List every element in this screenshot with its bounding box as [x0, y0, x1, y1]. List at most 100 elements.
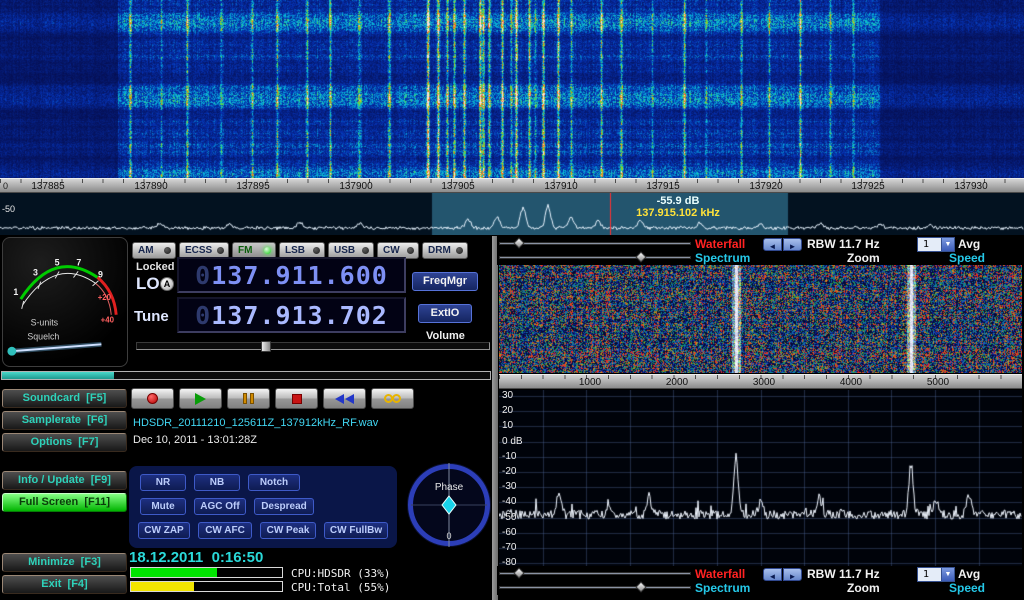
- minimize-button[interactable]: Minimize [F3]: [2, 553, 127, 572]
- volume-slider[interactable]: [136, 342, 490, 350]
- cw-fullbw-button[interactable]: CW FullBw: [324, 522, 388, 539]
- main-spectrum-display[interactable]: -50 -55.9 dB 137.915.102 kHz: [0, 193, 1024, 235]
- main-waterfall-display[interactable]: [0, 0, 1024, 178]
- smeter-squelch-label: Squelch: [27, 331, 59, 341]
- hdsdr-window: 0 137885 137890 137895 137900 137905 137…: [0, 0, 1024, 600]
- waterfall-contrast-slider[interactable]: [499, 238, 691, 249]
- smeter-units-label: S-units: [31, 318, 59, 328]
- mode-drm-led-icon: [456, 247, 463, 254]
- mode-usb-label: USB: [334, 245, 355, 256]
- freq-tick: 2000: [657, 377, 697, 388]
- loop-button[interactable]: [371, 388, 414, 409]
- tune-frequency-display[interactable]: 0137.913.702: [177, 297, 406, 333]
- shift-right-button[interactable]: ►: [783, 238, 802, 251]
- rewind-button[interactable]: [323, 388, 366, 409]
- options-button[interactable]: Options [F7]: [2, 433, 127, 452]
- rbw-label: RBW 11.7 Hz: [807, 567, 880, 581]
- mode-cw-label: CW: [383, 245, 400, 256]
- right-arrow-icon: ►: [789, 242, 797, 251]
- left-arrow-icon: ◄: [769, 572, 777, 581]
- db-tick: 0 dB: [502, 436, 523, 447]
- volume-slider-thumb[interactable]: [261, 341, 271, 352]
- smeter-tick-1: 1: [13, 287, 18, 297]
- cw-afc-button[interactable]: CW AFC: [198, 522, 252, 539]
- phase-dial: Phase 0: [406, 462, 492, 548]
- dropdown-arrow-icon[interactable]: ▼: [941, 238, 954, 251]
- slider-track[interactable]: [499, 242, 691, 245]
- info-update-button[interactable]: Info / Update [F9]: [2, 471, 127, 490]
- recording-date: Dec 10, 2011 - 13:01:28Z: [133, 434, 257, 446]
- slider-thumb[interactable]: [513, 567, 524, 578]
- db-tick: -20: [502, 466, 516, 477]
- mode-fm-label: FM: [238, 245, 252, 256]
- nb-button[interactable]: NB: [194, 474, 240, 491]
- waterfall-contrast-slider[interactable]: [499, 568, 691, 579]
- lo-leading-digit: 0: [195, 261, 211, 290]
- spectrum-zoom-slider[interactable]: [499, 252, 691, 263]
- lo-lock-button[interactable]: A: [160, 277, 174, 291]
- avg-combo[interactable]: 1 ▼: [917, 237, 955, 252]
- slider-track[interactable]: [499, 586, 691, 589]
- play-button[interactable]: [179, 388, 222, 409]
- soundcard-button[interactable]: Soundcard [F5]: [2, 389, 127, 408]
- cpu-total-bar: [130, 581, 283, 592]
- spectrum-label: Spectrum: [695, 581, 750, 595]
- audio-spectrum-display[interactable]: [499, 390, 1022, 566]
- slider-thumb[interactable]: [635, 251, 646, 262]
- lo-label: LO: [136, 274, 160, 294]
- record-button[interactable]: [131, 388, 174, 409]
- panel-divider: [492, 236, 498, 600]
- exit-button[interactable]: Exit [F4]: [2, 575, 127, 594]
- fullscreen-button[interactable]: Full Screen [F11]: [2, 493, 127, 512]
- audio-waterfall-display[interactable]: [499, 265, 1022, 373]
- dropdown-arrow-icon[interactable]: ▼: [941, 568, 954, 581]
- squelch-slider[interactable]: [1, 371, 491, 380]
- pause-icon: [243, 393, 247, 404]
- mode-ecss-led-icon: [217, 247, 224, 254]
- s-meter: 1 3 5 7 9 +20 +40 S-units Squelch: [2, 237, 128, 367]
- display-controls-top: Waterfall ◄ ► RBW 11.7 Hz 1 ▼ Avg Spectr…: [497, 236, 1024, 265]
- extio-button[interactable]: ExtIO: [418, 304, 472, 323]
- db-tick: -40: [502, 496, 516, 507]
- freqmgr-button[interactable]: FreqMgr: [412, 272, 478, 291]
- rewind-icon: [345, 394, 354, 404]
- slider-thumb[interactable]: [513, 237, 524, 248]
- main-spectrum-canvas[interactable]: [0, 193, 1024, 235]
- lo-digits: 137.911.600: [211, 261, 388, 290]
- speed-label: Speed: [949, 581, 985, 595]
- left-arrow-icon: ◄: [769, 242, 777, 251]
- mode-am-label: AM: [138, 245, 154, 256]
- avg-combo[interactable]: 1 ▼: [917, 567, 955, 582]
- mode-ecss-label: ECSS: [185, 245, 212, 256]
- samplerate-button[interactable]: Samplerate [F6]: [2, 411, 127, 430]
- notch-button[interactable]: Notch: [248, 474, 300, 491]
- mute-button[interactable]: Mute: [140, 498, 186, 515]
- avg-combo-value: 1: [918, 568, 941, 581]
- audio-frequency-ruler[interactable]: 1000 2000 3000 4000 5000: [499, 374, 1022, 389]
- mode-am-button[interactable]: AM: [132, 242, 176, 259]
- shift-left-button[interactable]: ◄: [763, 568, 782, 581]
- spectrum-zoom-slider[interactable]: [499, 582, 691, 593]
- freq-tick: 3000: [744, 377, 784, 388]
- stop-button[interactable]: [275, 388, 318, 409]
- cw-peak-button[interactable]: CW Peak: [260, 522, 316, 539]
- mode-drm-button[interactable]: DRM: [422, 242, 468, 259]
- volume-label: Volume: [426, 330, 465, 342]
- slider-track[interactable]: [499, 572, 691, 575]
- lo-frequency-display[interactable]: 0137.911.600: [177, 257, 406, 293]
- agc-button[interactable]: AGC Off: [194, 498, 246, 515]
- phase-value: 0: [446, 531, 451, 541]
- mode-lsb-led-icon: [313, 247, 320, 254]
- datetime-display: 18.12.2011 0:16:50: [129, 549, 263, 566]
- smeter-tick-7: 7: [76, 258, 81, 268]
- nr-button[interactable]: NR: [140, 474, 186, 491]
- pause-button[interactable]: [227, 388, 270, 409]
- despread-button[interactable]: Despread: [254, 498, 314, 515]
- slider-thumb[interactable]: [635, 581, 646, 592]
- main-frequency-ruler[interactable]: 0 137885 137890 137895 137900 137905 137…: [0, 178, 1024, 193]
- slider-track[interactable]: [499, 256, 691, 259]
- shift-right-button[interactable]: ►: [783, 568, 802, 581]
- shift-left-button[interactable]: ◄: [763, 238, 782, 251]
- squelch-slider-fill[interactable]: [2, 372, 114, 379]
- freq-tick: 137890: [126, 181, 176, 192]
